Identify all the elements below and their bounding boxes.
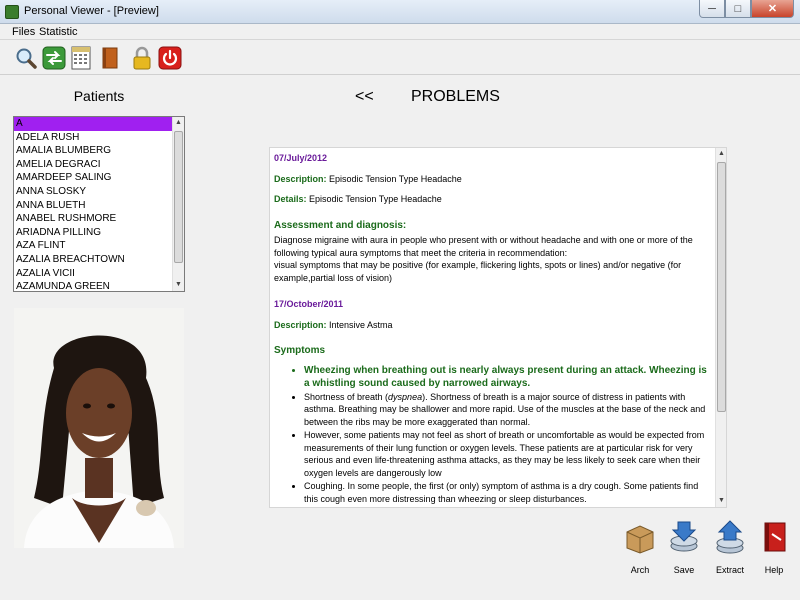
description-value: Intensive Astma <box>329 319 393 330</box>
help-book-icon <box>764 522 786 552</box>
record-date: 17/October/2011 <box>274 299 344 309</box>
app-icon <box>5 5 19 19</box>
patient-list-item[interactable]: AMALIA BLUMBERG <box>14 144 172 158</box>
scroll-up-arrow-icon[interactable]: ▲ <box>173 117 184 129</box>
patient-list-item[interactable]: ANNA BLUETH <box>14 199 172 213</box>
book-icon <box>102 47 118 69</box>
patient-list-item[interactable]: AMELIA DEGRACI <box>14 158 172 172</box>
patient-list-item[interactable]: AMARDEEP SALING <box>14 171 172 185</box>
menu-files[interactable]: Files <box>12 26 35 38</box>
description-label: Description: <box>274 319 327 330</box>
archive-box-icon <box>626 525 654 554</box>
calculator-icon <box>71 46 91 70</box>
patient-list[interactable]: A ADELA RUSH AMALIA BLUMBERG AMELIA DEGR… <box>13 116 185 292</box>
power-icon <box>158 46 182 70</box>
lock-icon <box>133 46 151 70</box>
symptom-text: Shortness of breath ( <box>304 391 389 402</box>
window-controls: ─ □ ✕ <box>699 0 794 18</box>
patient-list-rows: A ADELA RUSH AMALIA BLUMBERG AMELIA DEGR… <box>14 117 172 291</box>
symptom-item: However, some patients may not feel as s… <box>304 429 710 479</box>
record-description: Description: Intensive Astma <box>274 319 710 332</box>
assessment-text-2: visual symptoms that may be positive (fo… <box>274 260 682 283</box>
previous-button[interactable]: << <box>355 88 374 106</box>
patient-list-item[interactable]: ADELA RUSH <box>14 131 172 145</box>
arch-label: Arch <box>630 565 650 575</box>
details-label: Details: <box>274 194 307 204</box>
patient-list-item[interactable]: AZA FLINT <box>14 239 172 253</box>
power-button[interactable] <box>156 44 184 72</box>
book-button[interactable] <box>96 44 124 72</box>
search-button[interactable] <box>12 44 40 72</box>
save-label: Save <box>673 565 695 575</box>
save-icon <box>670 521 698 552</box>
window-title: Personal Viewer - [Preview] <box>24 5 159 17</box>
symptoms-list: Wheezing when breathing out is nearly al… <box>274 364 710 506</box>
extract-label: Extract <box>715 565 744 575</box>
patient-list-item[interactable]: AZAMUNDA GREEN <box>14 280 172 291</box>
arch-button[interactable]: Arch <box>618 520 662 575</box>
problems-scrollbar[interactable]: ▲ ▼ <box>715 148 726 507</box>
save-button[interactable]: Save <box>662 520 706 575</box>
exchange-button[interactable] <box>40 44 68 72</box>
assessment-text: Diagnose migraine with aura in people wh… <box>274 235 693 258</box>
patients-label: Patients <box>73 88 125 104</box>
section-title: PROBLEMS <box>411 88 500 105</box>
patient-list-item[interactable]: ANNA SLOSKY <box>14 185 172 199</box>
record-details: Details: Episodic Tension Type Headache <box>274 193 710 206</box>
menu-bar: Files Statistic <box>0 24 800 40</box>
patient-list-item[interactable]: AZALIA VICII <box>14 267 172 281</box>
scroll-down-arrow-icon[interactable]: ▼ <box>173 279 184 291</box>
extract-icon <box>716 520 744 554</box>
patient-list-scroll-thumb[interactable] <box>174 131 183 263</box>
problems-content: 07/July/2012 Description: Episodic Tensi… <box>274 152 710 506</box>
patient-list-item[interactable]: AZALIA BREACHTOWN <box>14 253 172 267</box>
patient-list-scrollbar[interactable]: ▲ ▼ <box>172 117 184 291</box>
lock-button[interactable] <box>128 44 156 72</box>
calculator-button[interactable] <box>68 44 96 72</box>
title-bar: Personal Viewer - [Preview] ─ □ ✕ <box>0 0 800 24</box>
assessment-heading: Assessment and diagnosis: <box>274 219 407 231</box>
symptom-term: dyspnea <box>388 391 423 402</box>
exchange-icon <box>42 46 66 70</box>
symptoms-heading: Symptoms <box>274 345 326 356</box>
details-value: Episodic Tension Type Headache <box>309 194 442 204</box>
description-label: Description: <box>274 173 327 184</box>
symptom-item: Shortness of breath (dyspnea). Shortness… <box>304 391 710 429</box>
record-date: 07/July/2012 <box>274 153 328 163</box>
description-value: Episodic Tension Type Headache <box>329 173 462 184</box>
problems-panel[interactable]: 07/July/2012 Description: Episodic Tensi… <box>269 147 727 508</box>
patient-list-item[interactable]: A <box>14 117 172 131</box>
search-icon <box>16 48 37 69</box>
minimize-button[interactable]: ─ <box>699 0 725 18</box>
record-description: Description: Episodic Tension Type Heada… <box>274 173 710 186</box>
patient-list-item[interactable]: ARIADNA PILLING <box>14 226 172 240</box>
close-button[interactable]: ✕ <box>751 0 794 18</box>
symptom-item: Wheezing when breathing out is nearly al… <box>304 364 710 390</box>
maximize-button[interactable]: □ <box>725 0 751 18</box>
help-label: Help <box>764 565 784 575</box>
extract-button[interactable]: Extract <box>708 520 752 575</box>
patient-list-item[interactable]: ANABEL RUSHMORE <box>14 212 172 226</box>
problems-scroll-thumb[interactable] <box>717 162 726 412</box>
symptom-item: Coughing. In some people, the first (or … <box>304 480 710 505</box>
help-button[interactable]: Help <box>752 520 796 575</box>
menu-statistic[interactable]: Statistic <box>39 26 78 38</box>
patient-photo <box>14 308 184 548</box>
toolbar <box>0 41 800 75</box>
scroll-up-arrow-icon[interactable]: ▲ <box>716 148 726 160</box>
scroll-down-arrow-icon[interactable]: ▼ <box>716 495 726 507</box>
